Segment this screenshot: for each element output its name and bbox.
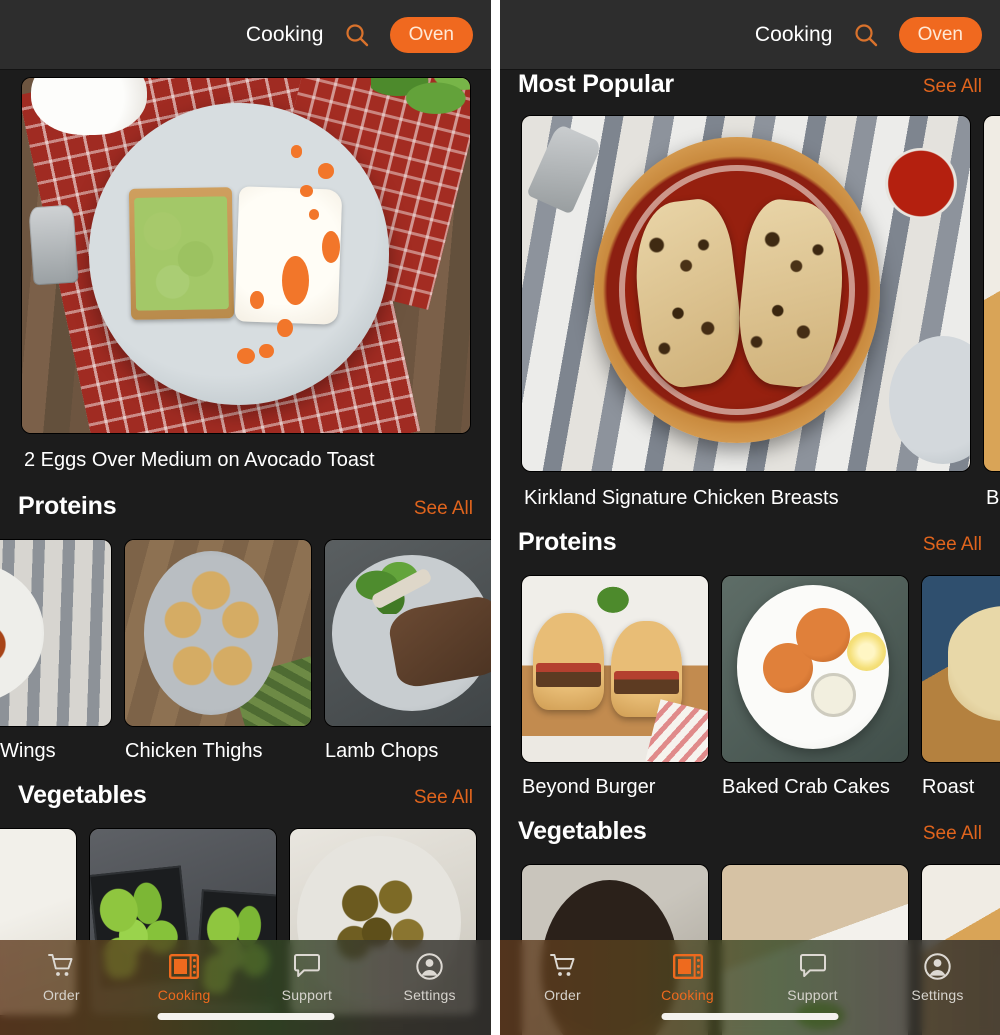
tab-order[interactable]: Order	[500, 952, 625, 1003]
page-title: Cooking	[754, 22, 833, 46]
section-header-vegetables: Vegetables See All	[500, 817, 1000, 865]
food-photo	[984, 116, 1000, 471]
see-all-link-proteins[interactable]: See All	[414, 498, 473, 520]
left-nav-header: Cooking Oven	[0, 0, 491, 70]
shopping-cart-icon	[47, 952, 75, 980]
list-item[interactable]: Lamb Chops	[325, 540, 491, 763]
tab-label: Cooking	[661, 987, 714, 1003]
list-item[interactable]: Wings	[0, 540, 111, 763]
tab-settings[interactable]: Settings	[875, 952, 1000, 1003]
account-person-icon	[924, 952, 951, 980]
tile-image-beyond-burger[interactable]	[522, 576, 708, 762]
shopping-cart-icon	[549, 952, 577, 980]
food-photo	[22, 78, 470, 433]
oven-filter-button[interactable]: Oven	[389, 16, 473, 53]
hero-card[interactable]: Kirkland Signature Chicken Breasts	[522, 116, 970, 510]
see-all-link-most-popular[interactable]: See All	[923, 76, 982, 98]
hero-image-avocado-toast[interactable]	[22, 78, 470, 433]
home-indicator	[661, 1013, 839, 1020]
account-person-icon	[416, 952, 443, 980]
tile-caption: Lamb Chops	[325, 740, 439, 762]
tile-image-roast[interactable]	[922, 576, 1000, 762]
section-header-proteins: Proteins See All	[500, 528, 1000, 576]
most-popular-hero-row[interactable]: Kirkland Signature Chicken Breasts B	[500, 116, 1000, 510]
tile-caption: Baked Crab Cakes	[722, 776, 890, 798]
food-photo	[325, 540, 491, 726]
page-title: Cooking	[245, 22, 324, 46]
hero-card-partial[interactable]: B	[984, 116, 1000, 510]
see-all-link-vegetables[interactable]: See All	[923, 823, 982, 845]
list-item[interactable]: Roast	[922, 576, 1000, 799]
list-item[interactable]: Baked Crab Cakes	[722, 576, 908, 799]
tab-support[interactable]: Support	[750, 952, 875, 1003]
left-hero-row[interactable]: 2 Eggs Over Medium on Avocado Toast	[0, 70, 491, 472]
tile-caption: Roast	[922, 776, 975, 798]
section-header-proteins: Proteins See All	[0, 492, 491, 540]
tab-label: Support	[281, 987, 333, 1003]
tab-label: Order	[42, 987, 80, 1003]
search-icon[interactable]	[849, 18, 883, 52]
left-phone-screen: Cooking Oven 2 Eggs Over Medium on Avoca…	[0, 0, 491, 1035]
section-title: Vegetables	[518, 817, 647, 845]
proteins-tile-row[interactable]: Wings Chicken Thighs Lamb Chops	[0, 540, 491, 763]
right-phone-screen: Cooking Oven Most Popular See All Kirkla…	[500, 0, 1000, 1035]
hero-image-chicken-breasts[interactable]	[522, 116, 970, 471]
tab-cooking[interactable]: Cooking	[625, 952, 750, 1003]
tab-settings[interactable]: Settings	[368, 952, 491, 1003]
screen-divider	[491, 0, 500, 1035]
food-photo	[522, 116, 970, 471]
search-icon[interactable]	[340, 18, 374, 52]
see-all-link-proteins[interactable]: See All	[923, 534, 982, 556]
section-header-vegetables: Vegetables See All	[0, 781, 491, 829]
tab-cooking[interactable]: Cooking	[123, 952, 246, 1003]
section-title: Proteins	[518, 528, 617, 556]
tab-label: Cooking	[157, 987, 211, 1003]
right-nav-header: Cooking Oven	[500, 0, 1000, 70]
tab-label: Settings	[911, 987, 964, 1003]
hero-caption: Kirkland Signature Chicken Breasts	[524, 487, 839, 509]
tab-label: Support	[787, 987, 838, 1003]
food-photo	[125, 540, 311, 726]
proteins-tile-row[interactable]: Beyond Burger Baked Crab Cakes Roast	[500, 576, 1000, 799]
left-bottom-tabbar: Order Cooking Support Settings	[0, 940, 491, 1035]
microwave-icon	[169, 952, 200, 980]
tile-caption: Beyond Burger	[522, 776, 656, 798]
hero-caption: 2 Eggs Over Medium on Avocado Toast	[24, 449, 375, 471]
tile-image-chicken-thighs[interactable]	[125, 540, 311, 726]
tile-image-baked-crab-cakes[interactable]	[722, 576, 908, 762]
tile-image-wings[interactable]	[0, 540, 111, 726]
dual-screenshot-container: Cooking Oven 2 Eggs Over Medium on Avoca…	[0, 0, 1000, 1035]
food-photo	[922, 576, 1000, 762]
home-indicator	[157, 1013, 334, 1020]
hero-image-partial[interactable]	[984, 116, 1000, 471]
tile-caption: Chicken Thighs	[125, 740, 263, 762]
list-item[interactable]: Chicken Thighs	[125, 540, 311, 763]
see-all-link-vegetables[interactable]: See All	[414, 787, 473, 809]
oven-filter-button[interactable]: Oven	[898, 16, 982, 53]
section-title: Most Popular	[518, 70, 674, 98]
right-bottom-tabbar: Order Cooking Support Settings	[500, 940, 1000, 1035]
hero-caption: B	[986, 487, 1000, 509]
microwave-icon	[672, 952, 703, 980]
chat-bubble-icon	[293, 952, 321, 980]
right-scroll-content[interactable]: Most Popular See All Kirkland Signature …	[500, 70, 1000, 1035]
tab-label: Settings	[403, 987, 456, 1003]
tab-label: Order	[544, 987, 581, 1003]
tile-image-lamb-chops[interactable]	[325, 540, 491, 726]
tile-caption: Wings	[0, 740, 56, 762]
left-scroll-content[interactable]: 2 Eggs Over Medium on Avocado Toast Prot…	[0, 70, 491, 1035]
food-photo	[522, 576, 708, 762]
section-title: Vegetables	[18, 781, 147, 809]
chat-bubble-icon	[799, 952, 827, 980]
food-photo	[0, 540, 111, 726]
section-title: Proteins	[18, 492, 117, 520]
hero-card[interactable]: 2 Eggs Over Medium on Avocado Toast	[22, 78, 470, 472]
tab-order[interactable]: Order	[0, 952, 123, 1003]
tab-support[interactable]: Support	[246, 952, 369, 1003]
section-header-most-popular: Most Popular See All	[500, 70, 1000, 116]
food-photo	[722, 576, 908, 762]
list-item[interactable]: Beyond Burger	[522, 576, 708, 799]
